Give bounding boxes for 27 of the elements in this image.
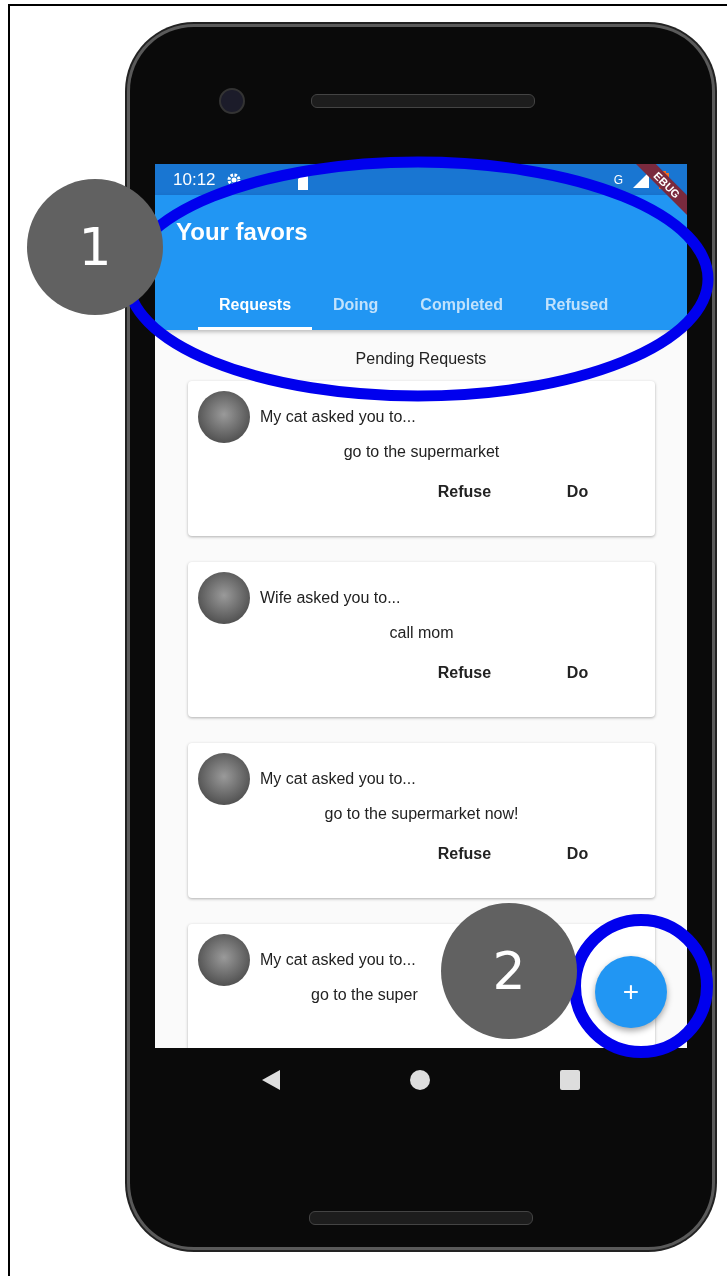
back-icon[interactable] [262,1070,280,1090]
request-task-text: go to the super [311,986,418,1004]
request-sender-text: My cat asked you to... [260,951,416,969]
sd-card-icon [297,175,308,190]
avatar-photo-placeholder [198,572,250,624]
status-time: 10:12 [173,169,216,190]
request-task-text: go to the supermarket now! [324,805,519,823]
request-sender-text: My cat asked you to... [260,770,416,788]
section-title: Pending Requests [355,350,487,368]
annotation-marker: 1 [27,179,163,315]
request-sender-text: My cat asked you to... [260,408,416,426]
app-title: Your favors [176,218,308,246]
refuse-button[interactable]: Refuse [408,656,521,690]
home-icon[interactable] [410,1070,430,1090]
do-button[interactable]: Do [521,656,634,690]
avatar-photo-placeholder [198,391,250,443]
request-task-text: go to the supermarket [343,443,500,461]
do-button[interactable]: Do [521,837,634,871]
refuse-button[interactable]: Refuse [408,837,521,871]
do-button[interactable]: Do [521,475,634,509]
camera-icon [219,87,245,114]
network-type-text: G [613,172,623,187]
avatar-photo-placeholder [198,753,250,805]
request-task-text: call mom [389,624,454,642]
request-sender-text: Wife asked you to... [260,589,401,607]
refuse-button[interactable]: Refuse [408,475,521,509]
avatar-photo-placeholder [198,934,250,986]
